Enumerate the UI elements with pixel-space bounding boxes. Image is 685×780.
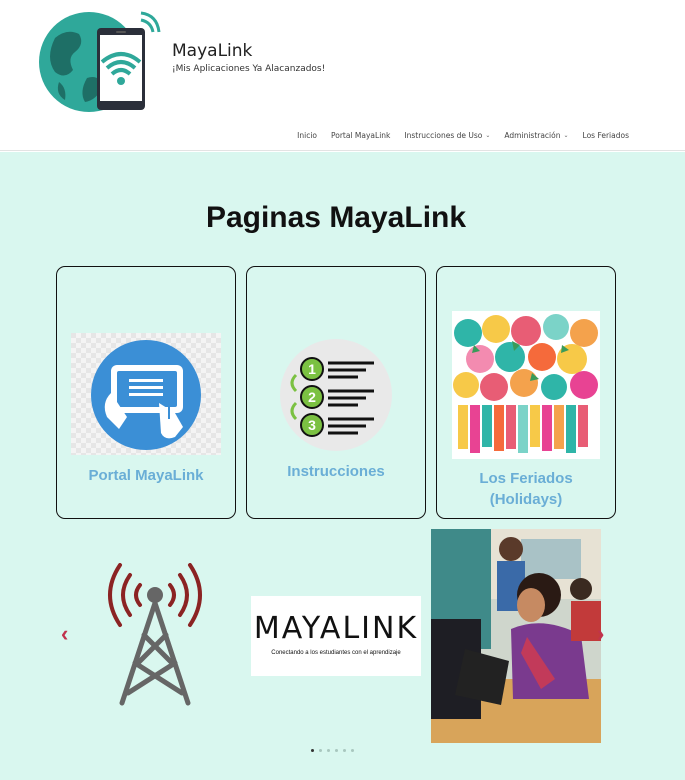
nav-label: Los Feriados [582, 131, 629, 140]
carousel-prev-arrow[interactable]: ‹ [61, 621, 68, 647]
nav-item-inicio[interactable]: Inicio [297, 131, 317, 140]
card-label[interactable]: Los Feriados (Holidays) [437, 468, 615, 510]
carousel-dots [311, 749, 354, 752]
tablet-touch-icon [71, 333, 221, 455]
nav-item-administracion[interactable]: Administración ⌄ [504, 131, 568, 140]
site-header: MayaLink ¡Mis Aplicaciones Ya Alacanzado… [0, 0, 685, 151]
nav-label: Instrucciones de Uso [404, 131, 483, 140]
chevron-down-icon: ⌄ [485, 132, 491, 139]
carousel-dot[interactable] [343, 749, 346, 752]
main-nav: Inicio Portal MayaLink Instrucciones de … [283, 131, 629, 140]
card-instrucciones[interactable]: 1 2 3 Instrucciones [246, 266, 426, 519]
numbered-list-icon: 1 2 3 [280, 339, 392, 451]
carousel-dot[interactable] [319, 749, 322, 752]
card-label[interactable]: Portal MayaLink [57, 465, 235, 486]
nav-item-portal[interactable]: Portal MayaLink [331, 131, 390, 140]
carousel-next-arrow[interactable]: › [597, 621, 604, 647]
nav-label: Administración [504, 131, 561, 140]
svg-text:3: 3 [308, 417, 316, 433]
carousel-dot[interactable] [351, 749, 354, 752]
page-title: Paginas MayaLink [205, 201, 467, 234]
card-label-line1: Los Feriados [479, 470, 573, 487]
card-portal-mayalink[interactable]: Portal MayaLink [56, 266, 236, 519]
nav-item-feriados[interactable]: Los Feriados [583, 131, 629, 140]
svg-text:1: 1 [308, 361, 316, 377]
main-content: Paginas MayaLink Portal MayaLink 1 2 3 I… [0, 152, 685, 780]
carousel-dot[interactable] [327, 749, 330, 752]
chevron-down-icon: ⌄ [563, 132, 569, 139]
brand-wordmark: MAYALINK [253, 611, 419, 646]
mayalink-logo[interactable] [37, 8, 162, 113]
radio-tower-icon [108, 563, 202, 706]
carousel-dot[interactable] [335, 749, 338, 752]
mayalink-brand-slide: MAYALINK Conectando a los estudiantes co… [251, 596, 421, 676]
carousel-dot[interactable] [311, 749, 314, 752]
site-title[interactable]: MayaLink [172, 41, 252, 61]
nav-label: Inicio [297, 131, 317, 140]
festive-decorations-image [452, 311, 600, 459]
svg-text:2: 2 [308, 389, 316, 405]
brand-caption: Conectando a los estudiantes con el apre… [271, 650, 401, 656]
nav-item-instrucciones[interactable]: Instrucciones de Uso ⌄ [404, 131, 490, 140]
image-carousel[interactable]: ‹ MAYALINK Conectando a los estudiantes … [0, 529, 685, 769]
site-tagline: ¡Mis Aplicaciones Ya Alacanzados! [172, 64, 326, 74]
nav-label: Portal MayaLink [331, 131, 391, 140]
card-label-line2: (Holidays) [489, 491, 563, 508]
card-label[interactable]: Instrucciones [247, 461, 425, 482]
student-laptop-photo [431, 529, 601, 743]
card-los-feriados[interactable]: Los Feriados (Holidays) [436, 266, 616, 519]
